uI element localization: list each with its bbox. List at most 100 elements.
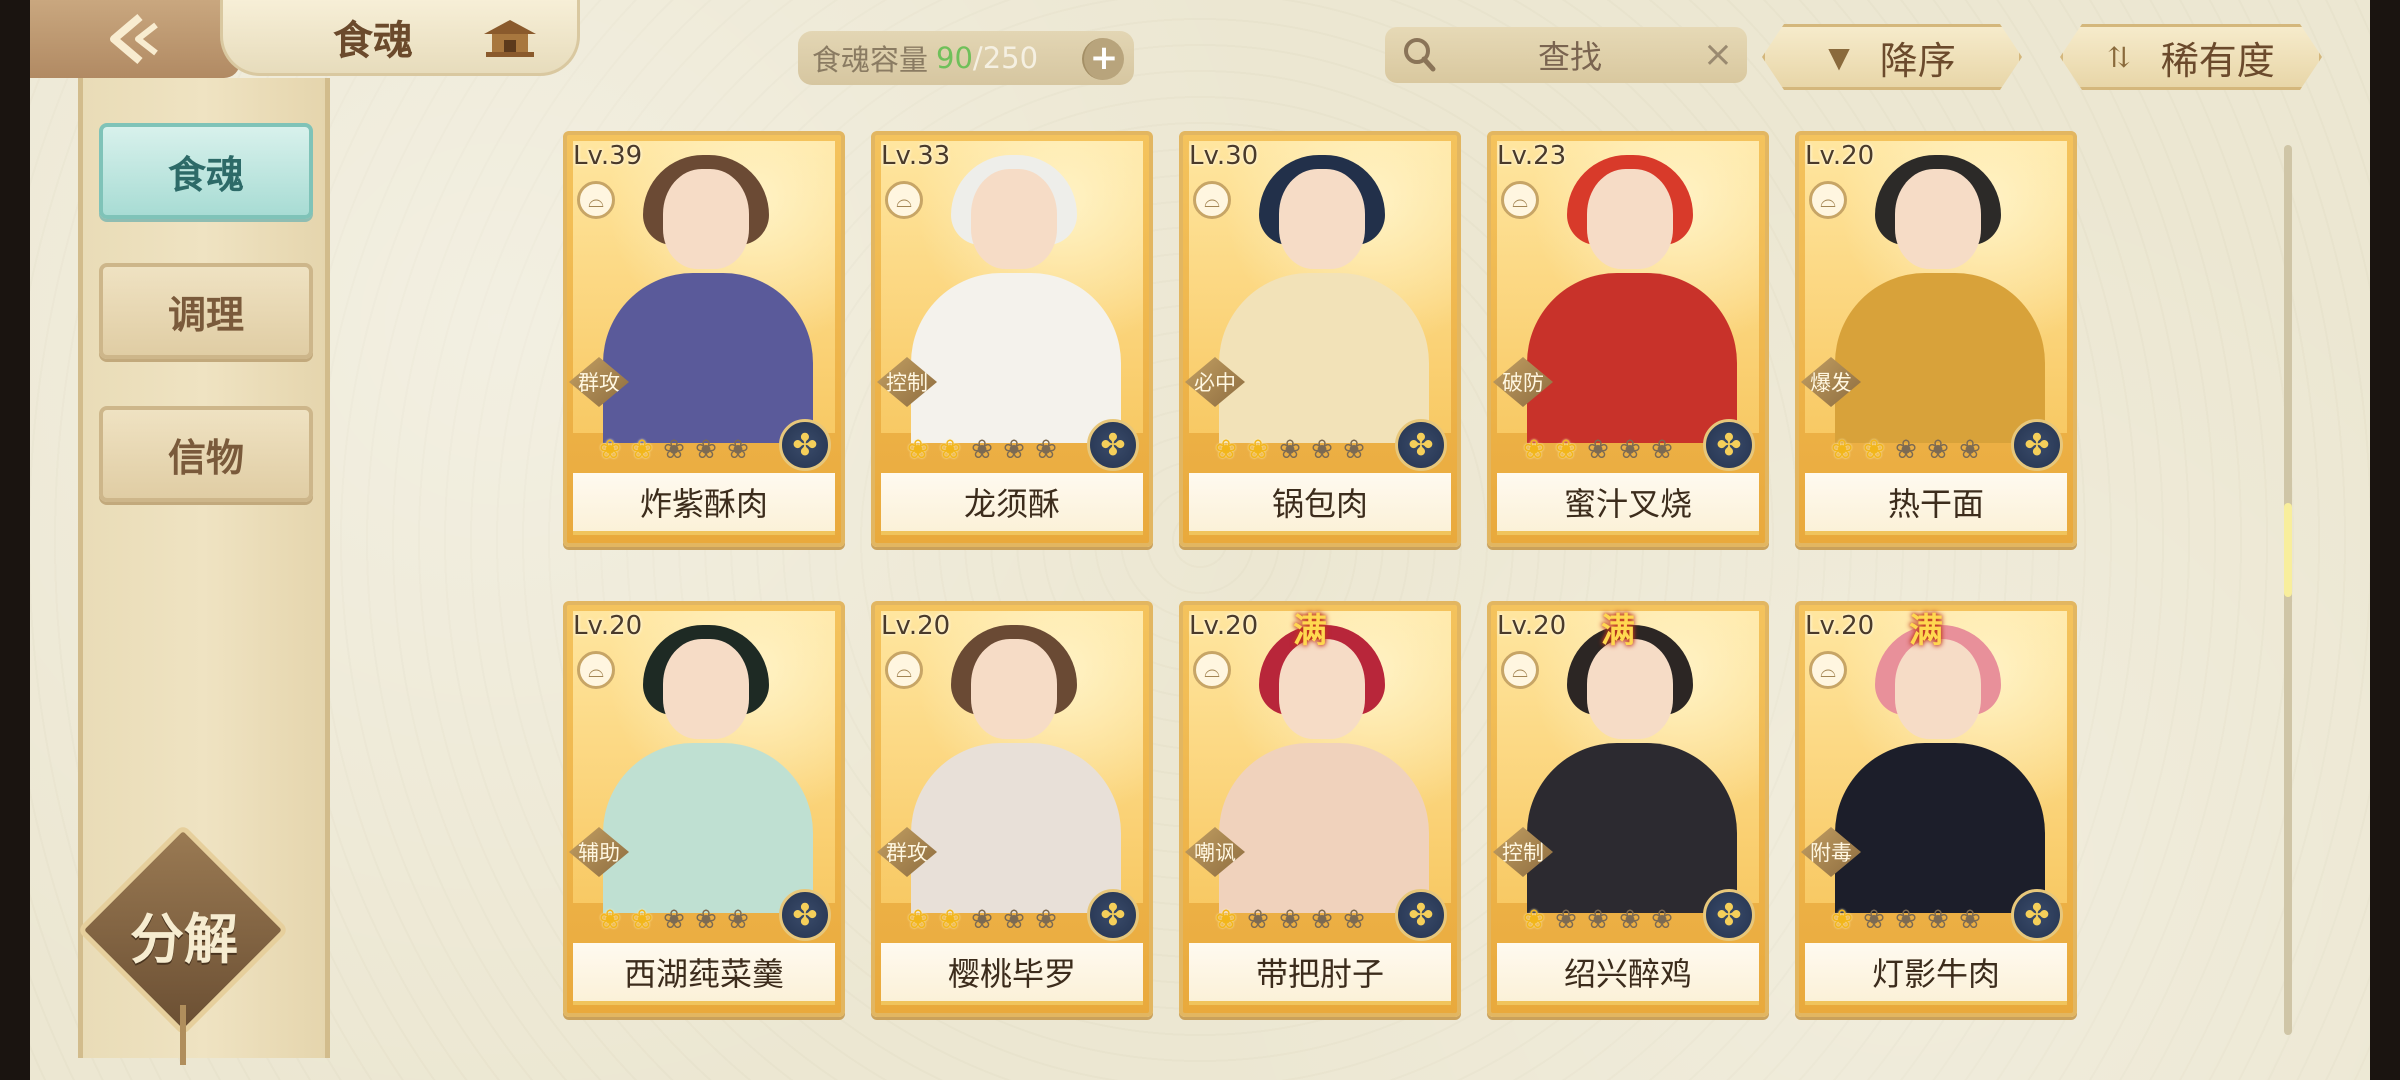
star-empty-icon: ❀ bbox=[1927, 905, 1949, 935]
level-label: Lv.20 bbox=[1497, 611, 1567, 641]
scroll-thumb[interactable] bbox=[2284, 503, 2292, 597]
star-empty-icon: ❀ bbox=[1279, 905, 1301, 935]
star-rating: ❀ ❀ ❀ ❀ ❀ bbox=[1211, 905, 1369, 935]
food-soul-card[interactable]: Lv.20 ⌓ 满附毒 ❀ ❀ ❀ ❀ ❀ ✤ 灯影牛肉 bbox=[1795, 601, 2077, 1017]
tab-recipe[interactable]: 调理 bbox=[99, 263, 313, 359]
star-empty-icon: ❀ bbox=[1927, 435, 1949, 465]
name-plate: 龙须酥 bbox=[881, 473, 1143, 535]
bowl-icon: ⌓ bbox=[885, 181, 923, 219]
capacity-max: /250 bbox=[972, 41, 1039, 75]
star-empty-icon: ❀ bbox=[1311, 905, 1333, 935]
character-face bbox=[1587, 639, 1673, 739]
star-filled-icon: ❀ bbox=[939, 435, 961, 465]
star-filled-icon: ❀ bbox=[1215, 905, 1237, 935]
card-name: 樱桃毕罗 bbox=[947, 955, 1076, 993]
card-name: 炸紫酥肉 bbox=[639, 485, 768, 523]
food-soul-card[interactable]: Lv.23 ⌓ 破防 ❀ ❀ ❀ ❀ ❀ ✤ 蜜汁叉烧 bbox=[1487, 131, 1769, 547]
expand-capacity-button[interactable]: + bbox=[1082, 38, 1124, 80]
role-label: 辅助 bbox=[578, 841, 620, 865]
tab-recipe-label: 调理 bbox=[167, 291, 244, 337]
role-label: 群攻 bbox=[886, 841, 928, 865]
role-label: 必中 bbox=[1194, 371, 1236, 395]
name-plate: 热干面 bbox=[1805, 473, 2067, 535]
rarity-emblem-icon: ✤ bbox=[2011, 419, 2063, 471]
decompose-label[interactable]: 分解 bbox=[106, 895, 262, 974]
star-filled-icon: ❀ bbox=[907, 435, 929, 465]
character-body bbox=[1219, 743, 1429, 913]
star-empty-icon: ❀ bbox=[663, 435, 685, 465]
character-body bbox=[1835, 743, 2045, 913]
star-rating: ❀ ❀ ❀ ❀ ❀ bbox=[903, 435, 1061, 465]
close-icon[interactable]: × bbox=[1701, 37, 1735, 73]
role-label: 破防 bbox=[1502, 371, 1544, 395]
home-button[interactable] bbox=[475, 12, 545, 64]
card-name: 带把肘子 bbox=[1255, 955, 1384, 993]
level-label: Lv.20 bbox=[573, 611, 643, 641]
food-soul-card[interactable]: Lv.30 ⌓ 必中 ❀ ❀ ❀ ❀ ❀ ✤ 锅包肉 bbox=[1179, 131, 1461, 547]
star-empty-icon: ❀ bbox=[1863, 905, 1885, 935]
food-soul-card[interactable]: Lv.20 ⌓ 群攻 ❀ ❀ ❀ ❀ ❀ ✤ 樱桃毕罗 bbox=[871, 601, 1153, 1017]
star-filled-icon: ❀ bbox=[631, 905, 653, 935]
star-empty-icon: ❀ bbox=[1895, 905, 1917, 935]
name-plate: 灯影牛肉 bbox=[1805, 943, 2067, 1005]
star-rating: ❀ ❀ ❀ ❀ ❀ bbox=[1211, 435, 1369, 465]
sort-arrows-icon: ⇅ bbox=[2107, 40, 2131, 74]
star-empty-icon: ❀ bbox=[727, 905, 749, 935]
bowl-icon: ⌓ bbox=[1501, 181, 1539, 219]
character-face bbox=[1279, 169, 1365, 269]
food-soul-grid: Lv.39 ⌓ 群攻 ❀ ❀ ❀ ❀ ❀ ✤ 炸紫酥肉 Lv.33 ⌓ 控制 ❀ ❀ ❀ ❀ ❀ ✤ 龙须酥 Lv.30… bbox=[563, 131, 2123, 1031]
star-empty-icon: ❀ bbox=[971, 435, 993, 465]
name-plate: 绍兴醉鸡 bbox=[1497, 943, 1759, 1005]
rarity-emblem-icon: ✤ bbox=[779, 889, 831, 941]
star-rating: ❀ ❀ ❀ ❀ ❀ bbox=[595, 905, 753, 935]
tab-token-label: 信物 bbox=[167, 434, 244, 480]
star-empty-icon: ❀ bbox=[1343, 435, 1365, 465]
search-input[interactable]: 查找 bbox=[1439, 32, 1701, 78]
star-filled-icon: ❀ bbox=[599, 435, 621, 465]
star-rating: ❀ ❀ ❀ ❀ ❀ bbox=[1519, 435, 1677, 465]
character-body bbox=[1219, 273, 1429, 443]
star-empty-icon: ❀ bbox=[695, 905, 717, 935]
name-plate: 樱桃毕罗 bbox=[881, 943, 1143, 1005]
star-empty-icon: ❀ bbox=[1587, 435, 1609, 465]
triangle-down-icon: ▼ bbox=[1828, 40, 1850, 74]
star-empty-icon: ❀ bbox=[663, 905, 685, 935]
food-soul-card[interactable]: Lv.20 ⌓ 满嘲讽 ❀ ❀ ❀ ❀ ❀ ✤ 带把肘子 bbox=[1179, 601, 1461, 1017]
star-empty-icon: ❀ bbox=[1587, 905, 1609, 935]
star-empty-icon: ❀ bbox=[1959, 435, 1981, 465]
level-label: Lv.30 bbox=[1189, 141, 1259, 171]
name-plate: 带把肘子 bbox=[1189, 943, 1451, 1005]
scrollbar[interactable] bbox=[2284, 145, 2292, 1035]
bowl-icon: ⌓ bbox=[577, 651, 615, 689]
role-label: 附毒 bbox=[1810, 841, 1852, 865]
bowl-icon: ⌓ bbox=[1193, 181, 1231, 219]
food-soul-card[interactable]: Lv.33 ⌓ 控制 ❀ ❀ ❀ ❀ ❀ ✤ 龙须酥 bbox=[871, 131, 1153, 547]
role-label: 群攻 bbox=[578, 371, 620, 395]
food-soul-card[interactable]: Lv.20 ⌓ 爆发 ❀ ❀ ❀ ❀ ❀ ✤ 热干面 bbox=[1795, 131, 2077, 547]
character-body bbox=[603, 743, 813, 913]
star-empty-icon: ❀ bbox=[1035, 435, 1057, 465]
page-title: 食魂 bbox=[333, 16, 413, 64]
search-bar[interactable]: 查找 × bbox=[1385, 27, 1747, 83]
star-empty-icon: ❀ bbox=[1311, 435, 1333, 465]
character-body bbox=[911, 273, 1121, 443]
sort-order-button[interactable]: ▼ 降序 bbox=[1762, 24, 2022, 90]
card-name: 灯影牛肉 bbox=[1871, 955, 2000, 993]
back-button[interactable] bbox=[30, 0, 240, 78]
level-label: Lv.20 bbox=[1805, 141, 1875, 171]
star-rating: ❀ ❀ ❀ ❀ ❀ bbox=[595, 435, 753, 465]
food-soul-card[interactable]: Lv.20 ⌓ 辅助 ❀ ❀ ❀ ❀ ❀ ✤ 西湖莼菜羹 bbox=[563, 601, 845, 1017]
tab-soul[interactable]: 食魂 bbox=[99, 123, 313, 219]
food-soul-card[interactable]: Lv.39 ⌓ 群攻 ❀ ❀ ❀ ❀ ❀ ✤ 炸紫酥肉 bbox=[563, 131, 845, 547]
character-face bbox=[971, 169, 1057, 269]
food-soul-card[interactable]: Lv.20 ⌓ 满控制 ❀ ❀ ❀ ❀ ❀ ✤ 绍兴醉鸡 bbox=[1487, 601, 1769, 1017]
star-empty-icon: ❀ bbox=[695, 435, 717, 465]
star-empty-icon: ❀ bbox=[727, 435, 749, 465]
character-body bbox=[911, 743, 1121, 913]
role-label: 爆发 bbox=[1810, 371, 1852, 395]
tab-token[interactable]: 信物 bbox=[99, 406, 313, 502]
rarity-filter-label: 稀有度 bbox=[2160, 38, 2275, 83]
rarity-filter-button[interactable]: ⇅ 稀有度 bbox=[2060, 24, 2322, 90]
star-empty-icon: ❀ bbox=[1035, 905, 1057, 935]
character-face bbox=[663, 169, 749, 269]
